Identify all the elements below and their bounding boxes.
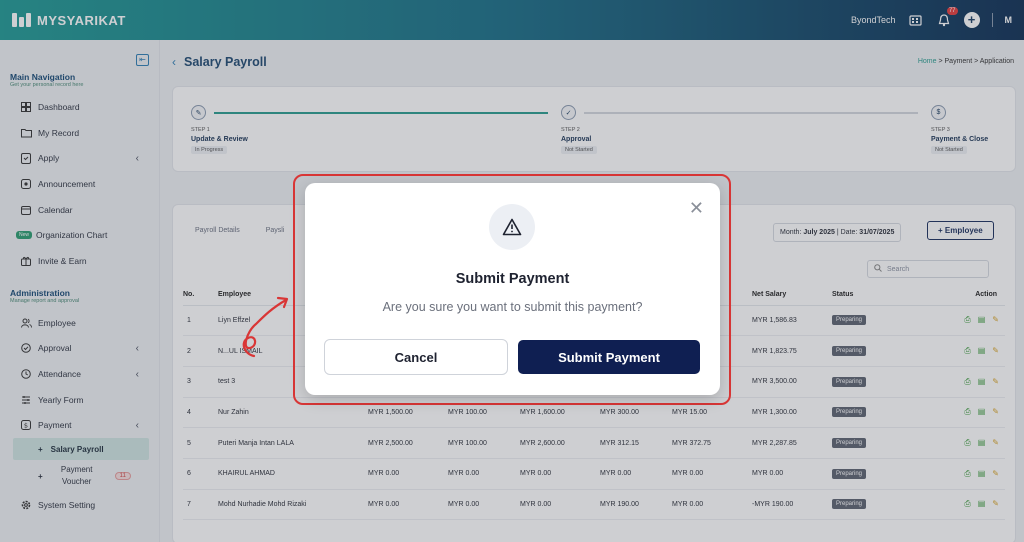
dialog-title: Submit Payment: [455, 271, 570, 287]
dialog-message: Are you sure you want to submit this pay…: [382, 300, 643, 314]
submit-payment-dialog: ✕ Submit Payment Are you sure you want t…: [305, 183, 720, 395]
warning-icon: [489, 204, 535, 250]
cancel-button[interactable]: Cancel: [324, 339, 508, 375]
submit-payment-button[interactable]: Submit Payment: [518, 340, 700, 374]
annotation-arrow-icon: [242, 296, 289, 358]
close-icon[interactable]: ✕: [689, 199, 704, 217]
